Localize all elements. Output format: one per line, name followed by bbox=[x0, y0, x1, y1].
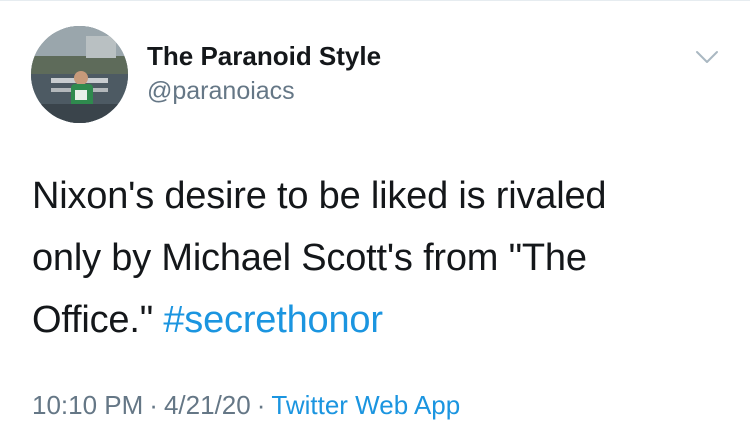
tweet-text-line: Nixon's desire to be liked is rivaled bbox=[32, 175, 607, 217]
tweet-metadata: 10:10 PM · 4/21/20 · Twitter Web App bbox=[32, 389, 460, 421]
source-app-link[interactable]: Twitter Web App bbox=[271, 390, 460, 420]
meta-separator: · bbox=[149, 390, 158, 420]
hashtag-link[interactable]: #secrethonor bbox=[163, 299, 383, 341]
tweet-date[interactable]: 4/21/20 bbox=[164, 390, 251, 420]
display-name[interactable]: The Paranoid Style bbox=[147, 40, 381, 72]
meta-separator: · bbox=[256, 390, 266, 420]
tweet-text-fragment: Office." bbox=[32, 299, 154, 341]
top-divider bbox=[0, 0, 750, 1]
tweet-time[interactable]: 10:10 PM bbox=[32, 390, 143, 420]
tweet-text-line: Office." #secrethonor bbox=[32, 289, 722, 351]
more-options-button[interactable] bbox=[690, 42, 724, 72]
user-handle[interactable]: @paranoiacs bbox=[147, 75, 295, 107]
tweet-text: Nixon's desire to be liked is rivaled on… bbox=[32, 165, 722, 351]
avatar-photo bbox=[31, 26, 128, 123]
chevron-down-icon bbox=[696, 51, 718, 63]
tweet-text-line: only by Michael Scott's from "The bbox=[32, 237, 587, 279]
avatar[interactable] bbox=[31, 26, 128, 123]
tweet-card: The Paranoid Style @paranoiacs Nixon's d… bbox=[0, 0, 750, 430]
